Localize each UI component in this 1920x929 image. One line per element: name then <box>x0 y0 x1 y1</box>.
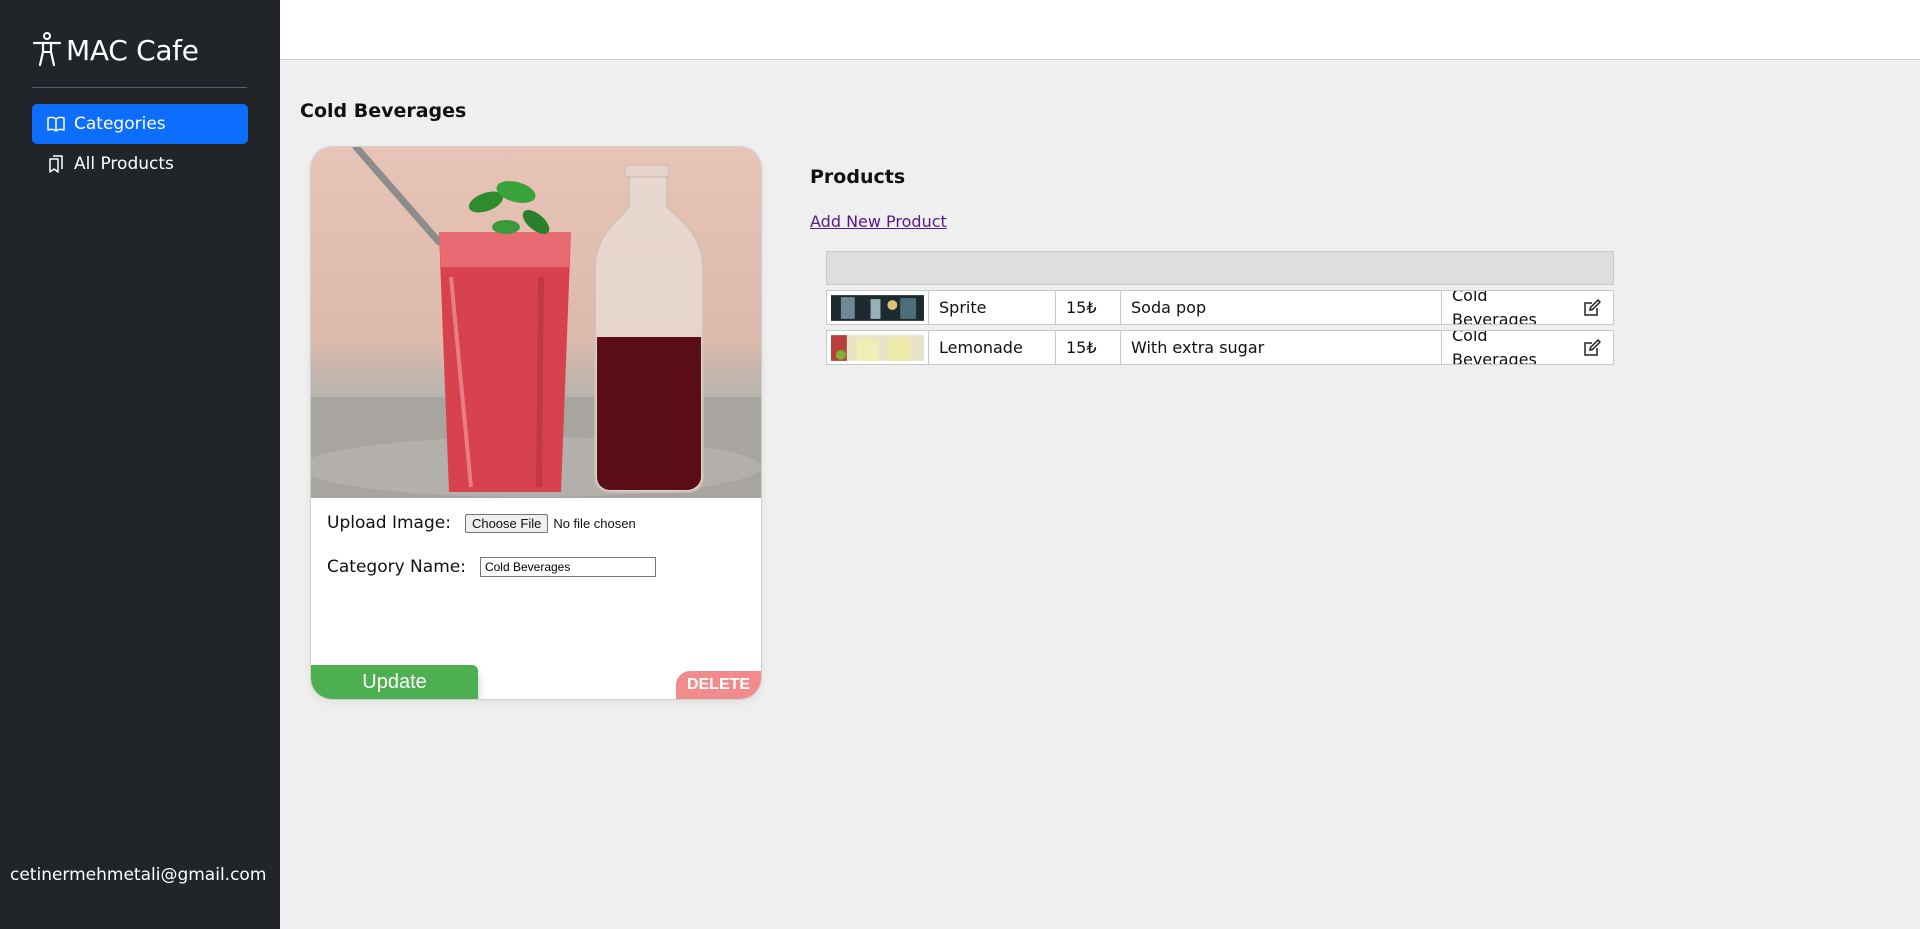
table-row: Sprite 15₺ Soda pop Cold Beverages <box>826 290 1614 325</box>
update-button[interactable]: Update <box>311 665 478 699</box>
sidebar-nav: Categories All Products <box>32 104 248 184</box>
book-icon <box>47 116 65 132</box>
product-description: Soda pop <box>1121 291 1442 324</box>
sidebar-item-all-products[interactable]: All Products <box>32 144 248 184</box>
sidebar: MAC Cafe Categories All Products cetiner… <box>0 0 280 929</box>
edit-icon[interactable] <box>1583 299 1601 317</box>
category-name-input[interactable] <box>479 557 656 577</box>
product-category-cell: Cold Beverages <box>1442 331 1613 364</box>
category-image <box>311 147 761 498</box>
edit-icon[interactable] <box>1583 339 1601 357</box>
product-thumbnail <box>831 294 924 321</box>
product-name: Lemonade <box>929 331 1056 364</box>
product-thumbnail-cell <box>827 291 929 324</box>
user-email: cetinermehmetali@gmail.com <box>10 865 267 885</box>
brand[interactable]: MAC Cafe <box>32 32 199 68</box>
drink-photo <box>311 147 761 498</box>
category-name-row: Category Name: <box>327 557 656 577</box>
product-price: 15₺ <box>1056 331 1121 364</box>
top-bar <box>280 0 1920 60</box>
product-category: Cold Beverages <box>1452 331 1537 364</box>
product-category-cell: Cold Beverages <box>1442 291 1613 324</box>
bookmarks-icon <box>49 155 63 173</box>
sidebar-item-label: All Products <box>74 154 174 174</box>
sidebar-item-categories[interactable]: Categories <box>32 104 248 144</box>
product-category: Cold Beverages <box>1452 291 1537 324</box>
accessibility-person-icon <box>32 32 62 67</box>
products-heading: Products <box>810 166 906 188</box>
file-status-text: No file chosen <box>553 515 636 531</box>
table-row: Lemonade 15₺ With extra sugar Cold Bever… <box>826 330 1614 365</box>
sidebar-item-label: Categories <box>74 114 166 134</box>
upload-image-label: Upload Image: <box>327 513 451 533</box>
category-name-label: Category Name: <box>327 557 466 577</box>
products-table-header <box>826 251 1614 285</box>
product-name: Sprite <box>929 291 1056 324</box>
upload-image-row: Upload Image: Choose File No file chosen <box>327 513 636 533</box>
add-new-product-link[interactable]: Add New Product <box>810 212 947 231</box>
category-card: Upload Image: Choose File No file chosen… <box>310 146 762 700</box>
product-thumbnail <box>831 334 924 361</box>
product-thumbnail-cell <box>827 331 929 364</box>
product-description: With extra sugar <box>1121 331 1442 364</box>
delete-button[interactable]: DELETE <box>676 671 761 699</box>
page-title: Cold Beverages <box>300 100 467 122</box>
choose-file-button[interactable]: Choose File <box>464 513 549 533</box>
sidebar-divider <box>32 87 247 88</box>
brand-name: MAC Cafe <box>66 33 199 67</box>
product-price: 15₺ <box>1056 291 1121 324</box>
